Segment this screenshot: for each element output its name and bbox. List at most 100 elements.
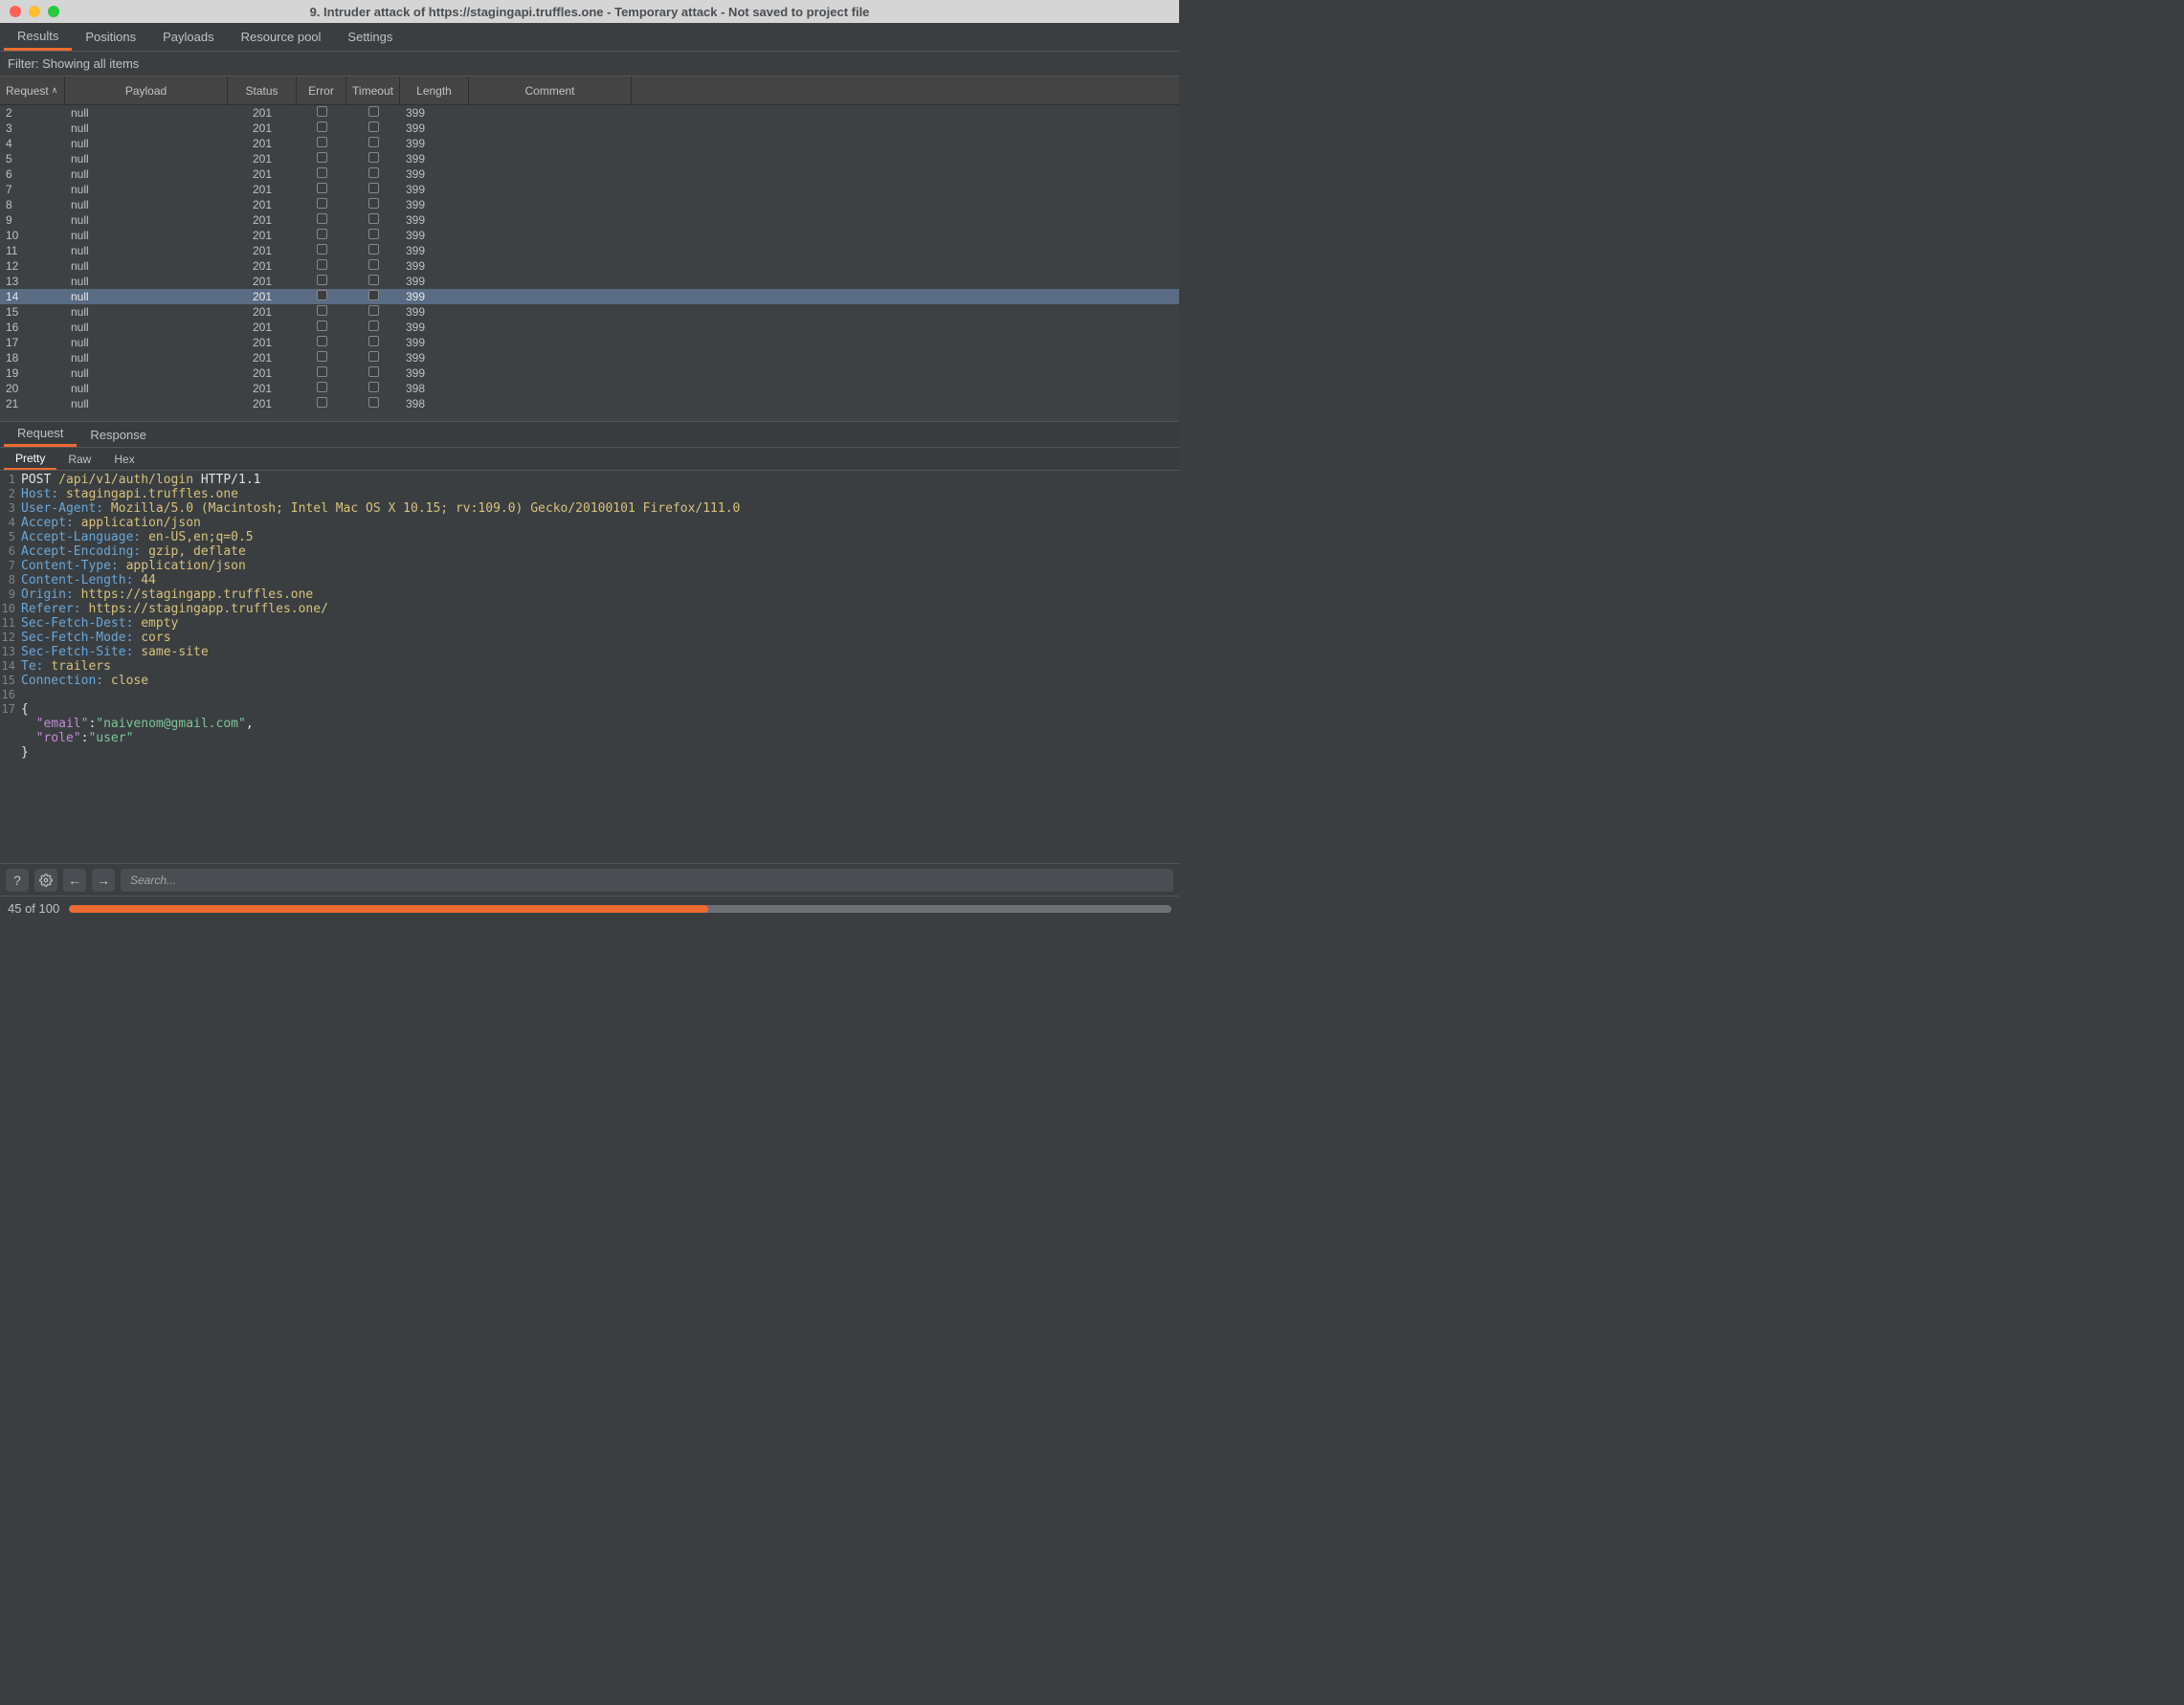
minimize-window-icon[interactable] (29, 6, 40, 17)
table-row[interactable]: 12null201399 (0, 258, 1179, 274)
line-content[interactable]: Host: stagingapi.truffles.one (19, 487, 1179, 501)
search-input[interactable] (121, 869, 1173, 892)
cell-length: 398 (400, 382, 469, 395)
checkbox-icon (368, 167, 379, 178)
line-content[interactable]: "role":"user" (19, 731, 1179, 745)
line-content[interactable]: Sec-Fetch-Mode: cors (19, 631, 1179, 645)
line-content[interactable]: Referer: https://stagingapp.truffles.one… (19, 602, 1179, 616)
cell-status: 201 (228, 397, 297, 410)
close-window-icon[interactable] (10, 6, 21, 17)
code-line: 10Referer: https://stagingapp.truffles.o… (0, 602, 1179, 616)
table-row[interactable]: 6null201399 (0, 166, 1179, 182)
tab-positions[interactable]: Positions (72, 23, 149, 51)
checkbox-icon (368, 336, 379, 346)
cell-status: 201 (228, 198, 297, 211)
cell-status: 201 (228, 229, 297, 242)
table-header: Request∧PayloadStatusErrorTimeoutLengthC… (0, 77, 1179, 105)
table-row[interactable]: 17null201399 (0, 335, 1179, 350)
table-row[interactable]: 2null201399 (0, 105, 1179, 121)
window-title: 9. Intruder attack of https://stagingapi… (0, 5, 1179, 19)
cell-payload: null (65, 321, 228, 334)
cell-request: 21 (0, 397, 65, 410)
table-row[interactable]: 3null201399 (0, 121, 1179, 136)
column-header-payload[interactable]: Payload (65, 77, 228, 104)
cell-status: 201 (228, 167, 297, 181)
column-header-timeout[interactable]: Timeout (346, 77, 400, 104)
maximize-window-icon[interactable] (48, 6, 59, 17)
table-row[interactable]: 14null201399 (0, 289, 1179, 304)
table-row[interactable]: 20null201398 (0, 381, 1179, 396)
checkbox-icon (368, 397, 379, 408)
checkbox-icon (368, 122, 379, 132)
table-row[interactable]: 13null201399 (0, 274, 1179, 289)
tab-response[interactable]: Response (77, 422, 160, 447)
tab-settings[interactable]: Settings (334, 23, 406, 51)
view-tab-hex[interactable]: Hex (102, 448, 145, 470)
table-row[interactable]: 21null201398 (0, 396, 1179, 411)
forward-icon[interactable]: → (92, 869, 115, 892)
line-content[interactable]: Content-Length: 44 (19, 573, 1179, 587)
line-number: 7 (0, 559, 19, 573)
line-number: 15 (0, 674, 19, 688)
back-icon[interactable]: ← (63, 869, 86, 892)
line-content[interactable]: Te: trailers (19, 659, 1179, 674)
cell-status: 201 (228, 152, 297, 166)
tab-payloads[interactable]: Payloads (149, 23, 227, 51)
table-row[interactable]: 15null201399 (0, 304, 1179, 320)
cell-status: 201 (228, 275, 297, 288)
line-content[interactable]: Accept: application/json (19, 516, 1179, 530)
table-body[interactable]: 2null2013993null2013994null2013995null20… (0, 105, 1179, 421)
line-content[interactable]: Connection: close (19, 674, 1179, 688)
progress-label: 45 of 100 (8, 901, 59, 916)
table-row[interactable]: 8null201399 (0, 197, 1179, 212)
column-header-request[interactable]: Request∧ (0, 77, 65, 104)
line-content[interactable]: Accept-Encoding: gzip, deflate (19, 544, 1179, 559)
line-content[interactable]: Origin: https://stagingapp.truffles.one (19, 587, 1179, 602)
line-content[interactable]: { (19, 702, 1179, 717)
table-row[interactable]: 10null201399 (0, 228, 1179, 243)
code-line: "email":"naivenom@gmail.com", (0, 717, 1179, 731)
cell-timeout (346, 244, 400, 257)
cell-payload: null (65, 137, 228, 150)
table-row[interactable]: 5null201399 (0, 151, 1179, 166)
line-content[interactable]: User-Agent: Mozilla/5.0 (Macintosh; Inte… (19, 501, 1179, 516)
column-header-status[interactable]: Status (228, 77, 297, 104)
line-content[interactable]: POST /api/v1/auth/login HTTP/1.1 (19, 473, 1179, 487)
line-content[interactable] (19, 688, 1179, 702)
gear-icon[interactable] (34, 869, 57, 892)
tab-request[interactable]: Request (4, 422, 77, 447)
column-header-length[interactable]: Length (400, 77, 469, 104)
column-header-comment[interactable]: Comment (469, 77, 632, 104)
view-tab-raw[interactable]: Raw (56, 448, 102, 470)
cell-timeout (346, 366, 400, 380)
line-content[interactable]: Sec-Fetch-Dest: empty (19, 616, 1179, 631)
help-icon[interactable]: ? (6, 869, 29, 892)
view-tab-pretty[interactable]: Pretty (4, 448, 56, 470)
tab-results[interactable]: Results (4, 23, 72, 51)
line-content[interactable]: Accept-Language: en-US,en;q=0.5 (19, 530, 1179, 544)
cell-status: 201 (228, 305, 297, 319)
sort-asc-icon: ∧ (52, 85, 58, 96)
cell-request: 5 (0, 152, 65, 166)
table-row[interactable]: 9null201399 (0, 212, 1179, 228)
line-content[interactable]: Content-Type: application/json (19, 559, 1179, 573)
cell-length: 399 (400, 152, 469, 166)
filter-bar[interactable]: Filter: Showing all items (0, 52, 1179, 77)
request-body-viewer[interactable]: 1POST /api/v1/auth/login HTTP/1.12Host: … (0, 471, 1179, 863)
line-content[interactable]: Sec-Fetch-Site: same-site (19, 645, 1179, 659)
table-row[interactable]: 4null201399 (0, 136, 1179, 151)
tab-resource-pool[interactable]: Resource pool (228, 23, 335, 51)
table-row[interactable]: 19null201399 (0, 365, 1179, 381)
table-row[interactable]: 18null201399 (0, 350, 1179, 365)
cell-error (297, 198, 346, 211)
table-row[interactable]: 11null201399 (0, 243, 1179, 258)
table-row[interactable]: 16null201399 (0, 320, 1179, 335)
line-content[interactable]: } (19, 745, 1179, 760)
cell-length: 399 (400, 305, 469, 319)
code-line: 6Accept-Encoding: gzip, deflate (0, 544, 1179, 559)
table-row[interactable]: 7null201399 (0, 182, 1179, 197)
cell-length: 398 (400, 397, 469, 410)
column-header-error[interactable]: Error (297, 77, 346, 104)
line-content[interactable]: "email":"naivenom@gmail.com", (19, 717, 1179, 731)
checkbox-icon (317, 106, 327, 117)
